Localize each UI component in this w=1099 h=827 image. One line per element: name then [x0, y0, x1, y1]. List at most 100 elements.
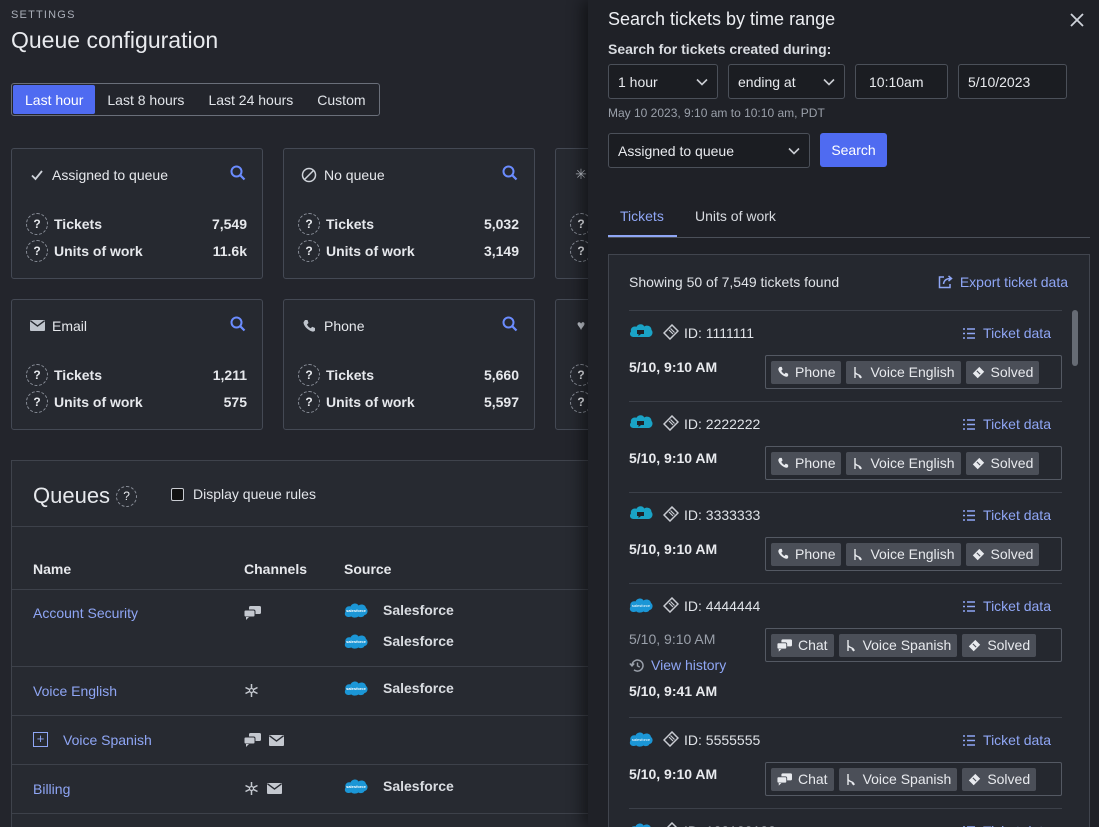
search-icon[interactable]: [502, 316, 518, 335]
ticket-icon: [972, 366, 984, 378]
units-value: 11.6k: [212, 243, 247, 259]
ticket-time: 5/10, 9:10 AM: [629, 359, 718, 375]
search-icon[interactable]: [502, 165, 518, 184]
date-input[interactable]: 5/10/2023: [958, 64, 1067, 99]
cloud-chat-icon: [630, 415, 653, 428]
close-icon[interactable]: [1069, 12, 1085, 28]
units-value: 3,149: [483, 243, 519, 259]
checkbox[interactable]: [171, 487, 184, 501]
ticket-data-link[interactable]: Ticket data: [963, 325, 1051, 341]
ticket-item: ID: 3333333 Ticket data 5/10, 9:10 AM Ph…: [629, 492, 1062, 583]
help-icon[interactable]: ?: [570, 391, 588, 413]
view-history-label: View history: [651, 657, 727, 673]
ticket-icon: [972, 457, 984, 469]
chevron-down-icon: [788, 147, 800, 155]
voice-icon: ✳: [575, 165, 587, 182]
search-icon[interactable]: [230, 165, 246, 184]
channel-chip: Chat: [771, 633, 834, 657]
help-icon[interactable]: ?: [26, 240, 48, 262]
ticket-data-link[interactable]: Ticket data: [963, 507, 1051, 523]
tickets-label: Tickets: [326, 216, 374, 232]
source-label: Salesforce: [383, 602, 454, 618]
active-tab-indicator: [608, 235, 677, 237]
queue-filter-select[interactable]: Assigned to queue: [608, 133, 810, 168]
ticket-item: salesforce ID: 4444444 Ticket data 5/10,…: [629, 583, 1062, 717]
queue-name-link[interactable]: Account Security: [33, 605, 138, 621]
ticket-icon: [972, 548, 984, 560]
ticket-data-link[interactable]: Ticket data: [963, 823, 1051, 827]
help-icon[interactable]: ?: [298, 213, 320, 235]
column-header-channels: Channels: [244, 561, 308, 577]
ticket-icon: [663, 597, 679, 613]
ticket-item: ID: 1111111 Ticket data 5/10, 9:10 AM Ph…: [629, 310, 1062, 401]
ticket-tags: Chat Voice Spanish Solved: [765, 628, 1062, 662]
stat-card-partial: ♥ ? ?: [555, 299, 588, 430]
divider: [12, 715, 588, 716]
queue-name-link[interactable]: Voice English: [33, 683, 117, 699]
tickets-label: Tickets: [54, 216, 102, 232]
ticket-id: ID: 3333333: [684, 507, 761, 523]
ticket-data-link[interactable]: Ticket data: [963, 732, 1051, 748]
help-icon[interactable]: ?: [298, 364, 320, 386]
salesforce-icon: salesforce: [629, 598, 653, 613]
queue-name-link[interactable]: Voice Spanish: [63, 732, 152, 748]
help-icon[interactable]: ?: [298, 391, 320, 413]
duration-select[interactable]: 1 hour: [608, 64, 718, 99]
range-last-hour-button[interactable]: Last hour: [13, 85, 96, 114]
scrollbar[interactable]: [1072, 310, 1078, 366]
chevron-down-icon: [823, 78, 835, 86]
range-custom-button[interactable]: Custom: [305, 85, 377, 114]
help-icon[interactable]: ?: [26, 213, 48, 235]
search-icon[interactable]: [230, 316, 246, 335]
chip-label: Voice English: [870, 364, 955, 380]
expand-icon[interactable]: +: [33, 732, 48, 747]
ticket-data-link[interactable]: Ticket data: [963, 598, 1051, 614]
stat-card-assigned: Assigned to queue ? Tickets 7,549 ? Units o…: [11, 148, 263, 279]
phone-icon: [778, 548, 789, 559]
drawer-title: Search tickets by time range: [608, 9, 836, 29]
queues-panel: Queues ? Display queue rules Name Channe…: [11, 460, 588, 827]
ticket-data-link[interactable]: Ticket data: [963, 416, 1051, 432]
cloud-chat-icon: [630, 324, 653, 337]
export-icon: [938, 275, 953, 289]
help-icon[interactable]: ?: [570, 213, 588, 235]
salesforce-icon: [631, 823, 651, 827]
help-icon[interactable]: ?: [26, 391, 48, 413]
chevron-down-icon: [696, 78, 708, 86]
mode-select[interactable]: ending at: [728, 64, 845, 99]
time-input[interactable]: 10:10am: [855, 64, 948, 99]
channel-chip: Phone: [771, 451, 842, 475]
help-icon[interactable]: ?: [26, 364, 48, 386]
help-icon[interactable]: ?: [298, 240, 320, 262]
tickets-value: 5,032: [483, 216, 519, 232]
view-history-link[interactable]: View history: [629, 657, 726, 673]
ticket-tags: Phone Voice English Solved: [765, 446, 1062, 480]
units-value: 575: [223, 394, 247, 410]
help-icon[interactable]: ?: [570, 240, 588, 262]
channel-chip: Phone: [771, 360, 842, 384]
salesforce-icon: salesforce: [344, 779, 368, 794]
section-label: SETTINGS: [11, 9, 76, 21]
status-chip: Solved: [962, 633, 1037, 657]
queue-name-link[interactable]: Billing: [33, 781, 70, 797]
tab-units-of-work[interactable]: Units of work: [695, 208, 776, 224]
search-button[interactable]: Search: [820, 133, 887, 167]
help-icon[interactable]: ?: [116, 485, 138, 507]
envelope-icon: [267, 783, 282, 794]
ticket-time: 5/10, 9:41 AM: [629, 683, 718, 699]
queues-title: Queues: [33, 483, 111, 508]
ticket-data-label: Ticket data: [983, 507, 1051, 523]
cloud-chat-icon: [630, 506, 653, 519]
phone-icon: [778, 366, 789, 377]
display-queue-rules-toggle[interactable]: Display queue rules: [171, 486, 316, 502]
column-header-name: Name: [33, 561, 72, 577]
queue-chip: Voice English: [846, 451, 961, 475]
range-last-24-hours-button[interactable]: Last 24 hours: [196, 85, 305, 114]
range-last-8-hours-button[interactable]: Last 8 hours: [95, 85, 196, 114]
ticket-data-label: Ticket data: [983, 598, 1051, 614]
mode-value: ending at: [738, 73, 796, 90]
export-ticket-data-link[interactable]: Export ticket data: [938, 274, 1068, 290]
help-icon[interactable]: ?: [570, 364, 588, 386]
chat-icon: [777, 772, 792, 786]
tab-tickets[interactable]: Tickets: [620, 208, 664, 224]
